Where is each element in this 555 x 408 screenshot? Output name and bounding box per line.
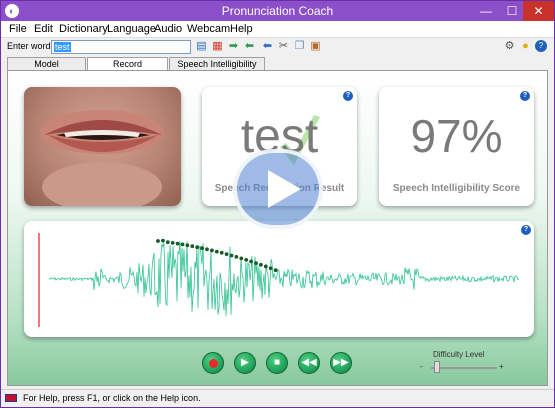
close-button[interactable]: ✕	[523, 1, 554, 21]
app-window: ◐ Pronunciation Coach — ☐ ✕ File Edit Di…	[0, 0, 555, 408]
difficulty-slider-thumb[interactable]	[434, 361, 440, 373]
intelligibility-score: 97%	[410, 110, 503, 162]
intelligibility-card: 97% Speech Intelligibility Score ?	[379, 87, 534, 206]
title-bar: ◐ Pronunciation Coach — ☐ ✕	[1, 1, 554, 21]
webcam-video	[24, 87, 181, 206]
pitch-dot	[229, 253, 234, 258]
difficulty-min-label: -	[420, 362, 423, 371]
pitch-dot	[180, 242, 185, 247]
record-button[interactable]	[202, 352, 224, 374]
pitch-dot	[244, 258, 249, 262]
fast-forward-icon: ▶▶	[333, 357, 349, 368]
pitch-dot	[175, 241, 180, 246]
chart-icon[interactable]: ▦	[211, 40, 224, 53]
play-overlay-icon	[268, 170, 301, 208]
menu-language[interactable]: Language	[107, 23, 156, 35]
fast-forward-button[interactable]: ▶▶	[330, 352, 352, 374]
help-icon[interactable]: ?	[521, 225, 531, 235]
flag-icon	[5, 394, 17, 402]
window-title: Pronunciation Coach	[221, 4, 334, 18]
pitch-dot	[210, 248, 214, 253]
play-icon: ▶	[241, 357, 249, 368]
lightbulb-icon[interactable]: ●	[519, 40, 532, 53]
minimize-icon: —	[480, 4, 492, 18]
menu-bar: File Edit Dictionary Language Audio Webc…	[1, 21, 554, 38]
pitch-dot	[268, 266, 273, 271]
back-icon[interactable]: ⬅	[243, 40, 256, 53]
status-message: For Help, press F1, or click on the Help…	[23, 393, 201, 403]
menu-help[interactable]: Help	[230, 23, 253, 35]
pitch-dot	[219, 250, 224, 255]
minimize-button[interactable]: —	[473, 1, 499, 21]
pitch-dot	[259, 262, 263, 267]
stop-icon: ■	[273, 357, 281, 368]
pitch-dot	[273, 268, 278, 273]
difficulty-label: Difficulty Level	[433, 350, 485, 359]
play-button[interactable]: ▶	[234, 352, 256, 374]
pitch-dot	[185, 243, 190, 248]
menu-webcam[interactable]: Webcam	[187, 23, 230, 35]
rewind-button[interactable]: ◀◀	[298, 352, 320, 374]
settings-icon[interactable]: ⚙	[503, 40, 516, 53]
back-icon[interactable]: ⬅	[261, 40, 274, 53]
waveform-display	[38, 233, 520, 327]
menu-dictionary[interactable]: Dictionary	[59, 23, 108, 35]
toolbar: Enter word: test ▤ ▦ ➡ ⬅ ⬅ ✂ ❐ ▣ ⚙ ● ?	[1, 38, 554, 56]
maximize-button[interactable]: ☐	[499, 1, 525, 21]
pitch-dot	[170, 241, 175, 245]
waveform-card: ?	[24, 221, 534, 337]
book-icon[interactable]: ▤	[195, 40, 208, 53]
pitch-dot	[249, 259, 254, 264]
word-input[interactable]: test	[51, 40, 191, 54]
pitch-dot	[234, 255, 239, 259]
pitch-dot	[190, 244, 195, 249]
pitch-dot	[161, 238, 165, 243]
scissors-icon[interactable]: ✂	[277, 40, 290, 53]
help-icon[interactable]: ?	[535, 40, 547, 52]
menu-audio[interactable]: Audio	[154, 23, 182, 35]
enter-word-label: Enter word:	[7, 41, 54, 51]
help-icon[interactable]: ?	[520, 91, 530, 101]
pitch-dot	[214, 249, 219, 254]
audio-waveform	[48, 241, 520, 317]
rewind-icon: ◀◀	[301, 357, 317, 368]
pitch-dot	[239, 256, 244, 261]
video-play-overlay[interactable]	[233, 149, 323, 229]
menu-edit[interactable]: Edit	[34, 23, 53, 35]
pitch-dot	[254, 261, 258, 265]
difficulty-max-label: +	[499, 362, 504, 371]
pitch-dot	[263, 264, 268, 269]
maximize-icon: ☐	[506, 4, 518, 18]
status-bar: For Help, press F1, or click on the Help…	[1, 389, 554, 407]
copy-icon[interactable]: ❐	[293, 40, 306, 53]
help-icon[interactable]: ?	[343, 91, 353, 101]
record-icon	[208, 359, 218, 368]
paste-icon[interactable]: ▣	[309, 40, 322, 53]
forward-icon[interactable]: ➡	[227, 40, 240, 53]
tab-model-pronunciation[interactable]: Model Pronunciation	[7, 57, 86, 81]
pitch-dot	[156, 239, 160, 243]
difficulty-slider-track[interactable]	[431, 367, 497, 369]
pitch-dot	[165, 240, 170, 245]
close-icon: ✕	[533, 4, 544, 18]
pitch-dot	[205, 247, 209, 252]
pitch-dot	[224, 252, 229, 256]
mouth-image	[40, 110, 164, 206]
stop-button[interactable]: ■	[266, 352, 288, 374]
menu-file[interactable]: File	[9, 23, 27, 35]
pitch-dot	[195, 245, 200, 250]
tab-speech-intelligibility-scorer[interactable]: Speech Intelligibility Scorer	[169, 57, 265, 81]
intelligibility-caption: Speech Intelligibility Score	[392, 183, 521, 194]
pitch-dot	[200, 246, 205, 251]
word-input-value: test	[54, 42, 71, 52]
